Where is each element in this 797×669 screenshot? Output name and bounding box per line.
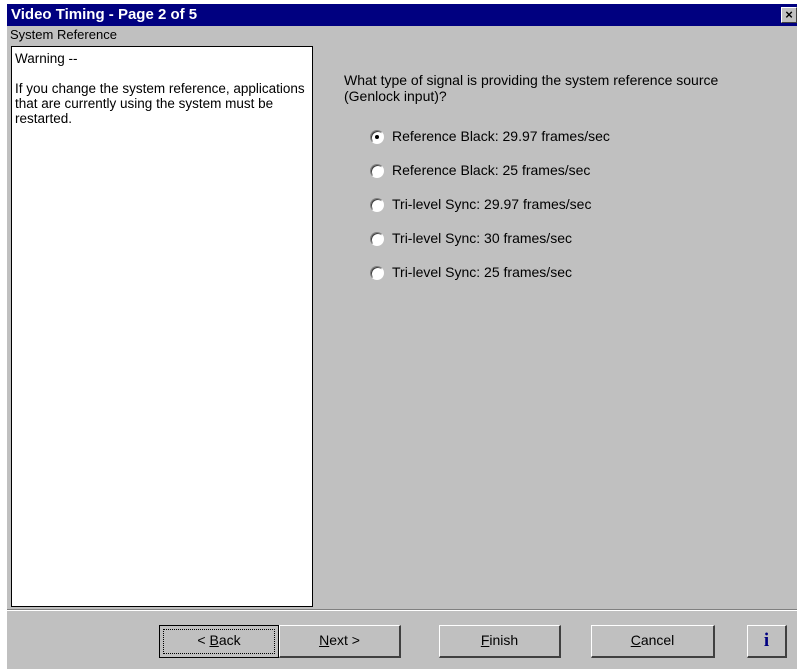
radio-button[interactable] [370,198,384,212]
radio-button[interactable] [370,232,384,246]
next-label-mnemonic: N [319,632,330,648]
cancel-label-mnemonic: C [630,632,641,648]
option-label: Tri-level Sync: 25 frames/sec [392,264,572,280]
question-text: What type of signal is providing the sys… [344,72,719,104]
divider-highlight [7,610,797,611]
window-title: Video Timing - Page 2 of 5 [11,6,198,23]
finish-label-rest: inish [489,632,519,648]
warning-body: If you change the system reference, appl… [15,81,305,126]
close-button[interactable]: × [781,7,797,23]
radio-button[interactable] [370,266,384,280]
radio-button[interactable] [370,130,384,144]
section-label: System Reference [10,27,117,42]
info-icon: i [763,630,770,651]
radio-button[interactable] [370,164,384,178]
option-label: Reference Black: 29.97 frames/sec [392,128,610,144]
focus-rect [163,629,275,654]
option-label: Reference Black: 25 frames/sec [392,162,591,178]
wizard-dialog: Video Timing - Page 2 of 5 × System Refe… [7,4,797,669]
title-bar[interactable]: Video Timing - Page 2 of 5 × [7,4,797,26]
back-button[interactable]: < Back [159,625,279,658]
warning-pane: Warning -- If you change the system refe… [11,46,313,607]
radio-selected-dot [375,135,379,139]
option-label: Tri-level Sync: 29.97 frames/sec [392,196,592,212]
info-button[interactable]: i [747,625,787,658]
option-label: Tri-level Sync: 30 frames/sec [392,230,572,246]
next-button[interactable]: Next > [279,625,401,658]
close-icon: × [785,7,793,22]
cancel-label-rest: ancel [640,632,675,648]
warning-title: Warning -- [15,51,78,66]
cancel-button[interactable]: Cancel [591,625,715,658]
next-label-rest: ext > [329,632,360,648]
finish-button[interactable]: Finish [439,625,561,658]
